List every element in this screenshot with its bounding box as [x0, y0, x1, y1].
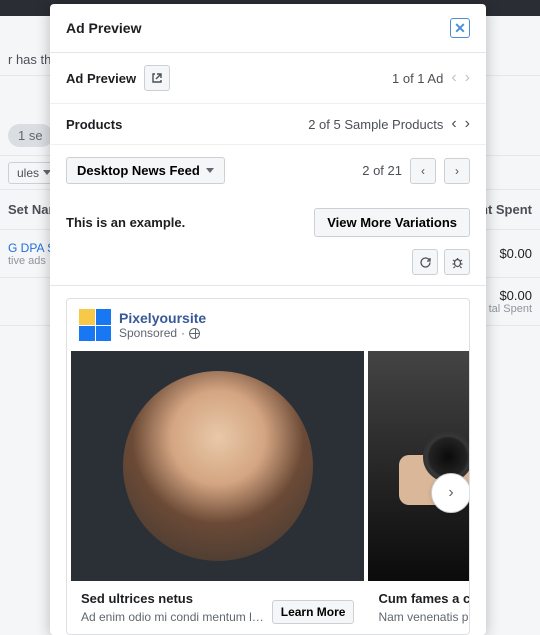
- page-name-link[interactable]: Pixelyoursite: [119, 310, 206, 326]
- sponsored-label: Sponsored ·: [119, 326, 206, 340]
- chevron-right-icon: ›: [448, 485, 453, 501]
- bg-amount-2: $0.00: [489, 288, 532, 303]
- card-subtitle: Nam venenatis parturient conv: [378, 610, 470, 624]
- ad-preview-label: Ad Preview: [66, 71, 136, 86]
- ad-preview-modal: Ad Preview ✕ Ad Preview 1 of 1 Ad ‹ › Pr…: [50, 4, 486, 635]
- ad-card: Pixelyoursite Sponsored · Sed ultrices n…: [66, 298, 470, 635]
- open-external-button[interactable]: [144, 65, 170, 91]
- bug-icon: [451, 256, 464, 269]
- prev-product-button[interactable]: ‹: [451, 116, 456, 132]
- products-counter: 2 of 5 Sample Products: [308, 117, 443, 132]
- bg-col-spent: nt Spent: [480, 202, 532, 217]
- format-dropdown[interactable]: Desktop News Feed: [66, 157, 225, 184]
- close-icon: ✕: [454, 20, 466, 37]
- format-counter: 2 of 21: [362, 163, 402, 178]
- example-text: This is an example.: [66, 215, 185, 230]
- next-product-button[interactable]: ›: [465, 116, 470, 132]
- globe-icon: [189, 328, 200, 339]
- external-link-icon: [151, 72, 163, 84]
- format-dropdown-label: Desktop News Feed: [77, 163, 200, 178]
- bg-amount-1: $0.00: [499, 246, 532, 261]
- debug-button[interactable]: [444, 249, 470, 275]
- ad-counter: 1 of 1 Ad: [392, 71, 443, 86]
- product-image: [123, 371, 313, 561]
- prev-format-button[interactable]: ‹: [410, 158, 436, 184]
- page-logo[interactable]: [79, 309, 111, 341]
- view-more-variations-button[interactable]: View More Variations: [314, 208, 470, 237]
- next-ad-button[interactable]: ›: [465, 70, 470, 86]
- bg-selection-pill[interactable]: 1 se: [8, 124, 53, 147]
- bg-amount-2-sub: tal Spent: [489, 303, 532, 315]
- carousel-item[interactable]: Sed ultrices netus Ad enim odio mi condi…: [71, 351, 364, 634]
- refresh-button[interactable]: [412, 249, 438, 275]
- bg-rules-label: ules: [17, 166, 39, 180]
- products-label: Products: [66, 117, 122, 132]
- refresh-icon: [419, 256, 432, 269]
- carousel-next-button[interactable]: ›: [431, 473, 470, 513]
- next-format-button[interactable]: ›: [444, 158, 470, 184]
- card-title: Cum fames a cras dictumst: [378, 591, 470, 606]
- prev-ad-button[interactable]: ‹: [451, 70, 456, 86]
- cta-button[interactable]: Learn More: [272, 600, 355, 624]
- product-image: [368, 351, 470, 581]
- caret-down-icon: [206, 168, 214, 173]
- close-button[interactable]: ✕: [450, 18, 470, 38]
- card-subtitle: Ad enim odio mi condi mentum l…: [81, 610, 264, 624]
- card-title: Sed ultrices netus: [81, 591, 264, 606]
- modal-title: Ad Preview: [66, 20, 141, 36]
